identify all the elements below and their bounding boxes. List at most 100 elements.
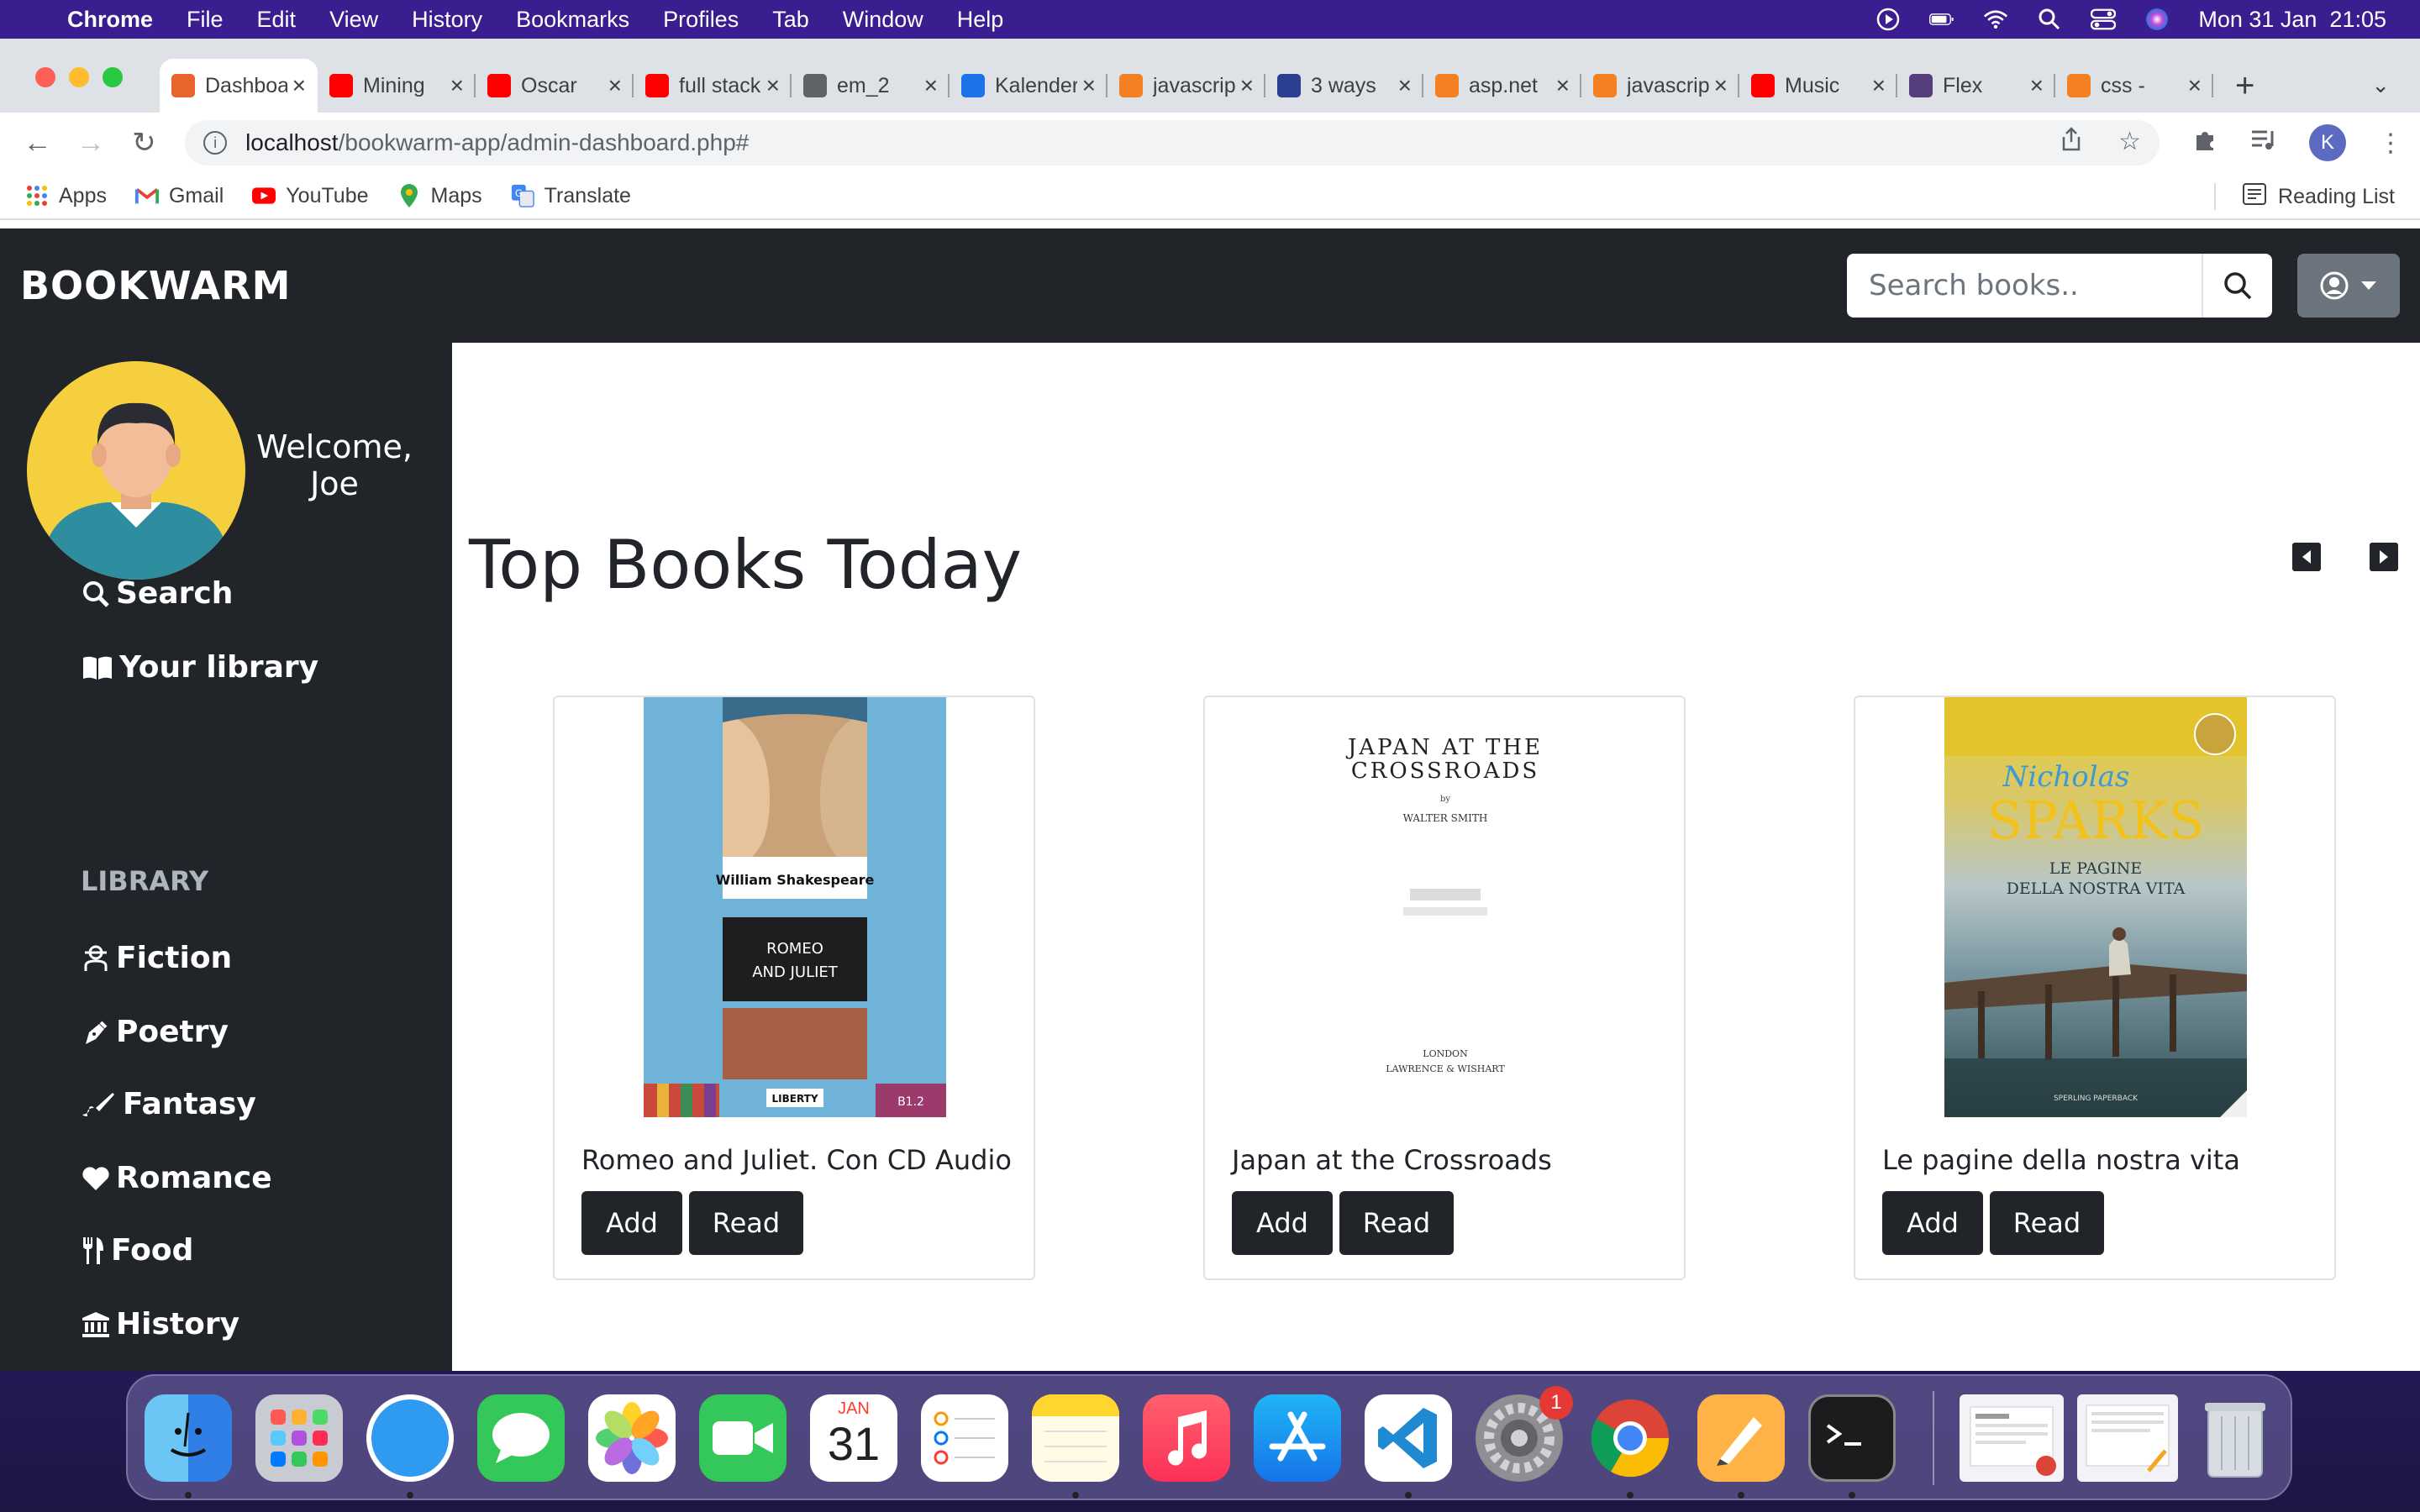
menu-tab[interactable]: Tab bbox=[772, 7, 809, 33]
control-center-icon[interactable] bbox=[2091, 8, 2117, 30]
add-book-button[interactable]: Add bbox=[1882, 1191, 1983, 1255]
user-menu-dropdown[interactable] bbox=[2297, 254, 2400, 318]
downloads-stack-icon[interactable] bbox=[1960, 1394, 2064, 1482]
close-tab-icon[interactable]: × bbox=[2188, 72, 2202, 99]
bookmark-maps[interactable]: Maps bbox=[397, 184, 482, 208]
book-title[interactable]: Japan at the Crossroads bbox=[1232, 1144, 1552, 1176]
close-tab-icon[interactable]: × bbox=[1240, 72, 1254, 99]
zoom-window-button[interactable] bbox=[103, 67, 123, 87]
wifi-icon[interactable] bbox=[1983, 8, 2008, 30]
sidebar-item-history[interactable]: History bbox=[81, 1307, 239, 1341]
battery-icon[interactable] bbox=[1929, 8, 1954, 30]
now-playing-icon[interactable] bbox=[1876, 8, 1901, 31]
browser-tab[interactable]: Mining × bbox=[318, 59, 476, 113]
book-cover-image[interactable]: Nicholas SPARKS LE PAGINE DELLA NOSTRA V… bbox=[1944, 697, 2247, 1117]
book-title[interactable]: Le pagine della nostra vita bbox=[1882, 1144, 2240, 1176]
close-tab-icon[interactable]: × bbox=[1872, 72, 1886, 99]
photos-flower-icon[interactable] bbox=[588, 1394, 676, 1482]
menu-window[interactable]: Window bbox=[843, 7, 923, 33]
trash-icon[interactable] bbox=[2191, 1394, 2279, 1482]
back-arrow-icon[interactable]: ← bbox=[17, 122, 58, 164]
documents-stack-icon[interactable] bbox=[2077, 1394, 2178, 1482]
bookmark-youtube[interactable]: YouTube bbox=[252, 184, 369, 208]
sidebar-item-romance[interactable]: Romance bbox=[81, 1161, 272, 1195]
close-window-button[interactable] bbox=[35, 67, 55, 87]
menu-history[interactable]: History bbox=[412, 7, 482, 33]
new-tab-button[interactable]: + bbox=[2235, 59, 2254, 113]
minimize-window-button[interactable] bbox=[69, 67, 89, 87]
music-note-icon[interactable] bbox=[1143, 1394, 1230, 1482]
app-store-icon[interactable] bbox=[1254, 1394, 1341, 1482]
carousel-next-button[interactable] bbox=[2370, 543, 2398, 571]
browser-tab[interactable]: asp.net × bbox=[1423, 59, 1581, 113]
reading-list-button[interactable]: Reading List bbox=[2214, 173, 2395, 220]
spotlight-search-icon[interactable] bbox=[2037, 8, 2062, 30]
menu-app-name[interactable]: Chrome bbox=[67, 7, 153, 33]
brand-logo[interactable]: BOOKWARM bbox=[20, 263, 291, 308]
sidebar-item-poetry[interactable]: Poetry bbox=[81, 1015, 229, 1049]
browser-tab[interactable]: Dashboard× bbox=[160, 59, 318, 113]
pages-pen-icon[interactable] bbox=[1697, 1394, 1785, 1482]
share-icon[interactable] bbox=[2061, 127, 2081, 159]
close-tab-icon[interactable]: × bbox=[766, 72, 780, 99]
messages-icon[interactable] bbox=[477, 1394, 565, 1482]
bookmark-gmail[interactable]: Gmail bbox=[134, 184, 224, 208]
menu-profiles[interactable]: Profiles bbox=[663, 7, 739, 33]
extensions-puzzle-icon[interactable] bbox=[2193, 127, 2218, 159]
forward-arrow-icon[interactable]: → bbox=[70, 122, 111, 164]
book-title[interactable]: Romeo and Juliet. Con CD Audio bbox=[581, 1144, 1012, 1176]
browser-tab[interactable]: 3 ways × bbox=[1265, 59, 1423, 113]
close-tab-icon[interactable]: × bbox=[1714, 72, 1728, 99]
browser-tab[interactable]: javascript × bbox=[1107, 59, 1265, 113]
address-bar[interactable]: i localhost/bookwarm-app/admin-dashboard… bbox=[185, 120, 2160, 165]
menu-file[interactable]: File bbox=[187, 7, 224, 33]
reload-icon[interactable]: ↻ bbox=[124, 122, 165, 164]
menu-edit[interactable]: Edit bbox=[257, 7, 297, 33]
browser-tab[interactable]: Oscar × bbox=[476, 59, 634, 113]
sidebar-item-fantasy[interactable]: Fantasy bbox=[81, 1087, 256, 1121]
facetime-camera-icon[interactable] bbox=[699, 1394, 786, 1482]
profile-avatar[interactable]: K bbox=[2309, 124, 2347, 161]
close-tab-icon[interactable]: × bbox=[1556, 72, 1570, 99]
close-tab-icon[interactable]: × bbox=[292, 72, 306, 99]
tab-search-chevron-icon[interactable]: ⌄ bbox=[2371, 72, 2390, 98]
read-book-button[interactable]: Read bbox=[1339, 1191, 1454, 1255]
bookmark-apps[interactable]: Apps bbox=[25, 184, 107, 208]
reminders-icon[interactable] bbox=[921, 1394, 1008, 1482]
launchpad-icon[interactable] bbox=[255, 1394, 343, 1482]
safari-compass-icon[interactable] bbox=[366, 1394, 454, 1482]
add-book-button[interactable]: Add bbox=[1232, 1191, 1333, 1255]
close-tab-icon[interactable]: × bbox=[608, 72, 622, 99]
chrome-menu-icon[interactable]: ⋮ bbox=[2378, 129, 2403, 158]
read-book-button[interactable]: Read bbox=[1990, 1191, 2104, 1255]
book-cover-image[interactable]: JAPAN AT THE CROSSROADS by WALTER SMITH … bbox=[1294, 697, 1597, 1117]
browser-tab[interactable]: Kalender × bbox=[950, 59, 1107, 113]
media-queue-icon[interactable] bbox=[2250, 128, 2277, 158]
sidebar-item-search[interactable]: Search bbox=[81, 576, 233, 611]
close-tab-icon[interactable]: × bbox=[1082, 72, 1096, 99]
siri-icon[interactable] bbox=[2144, 8, 2170, 30]
book-cover-image[interactable]: William Shakespeare ROMEO AND JULIET LIB… bbox=[644, 697, 946, 1117]
chrome-icon[interactable] bbox=[1586, 1394, 1674, 1482]
sidebar-item-food[interactable]: Food bbox=[81, 1233, 193, 1268]
close-tab-icon[interactable]: × bbox=[2030, 72, 2044, 99]
close-tab-icon[interactable]: × bbox=[450, 72, 464, 99]
browser-tab[interactable]: Flex × bbox=[1897, 59, 2055, 113]
sidebar-item-your-library[interactable]: Your library bbox=[81, 650, 318, 685]
bookmark-star-icon[interactable]: ☆ bbox=[2118, 127, 2141, 159]
menubar-clock[interactable]: Mon 31 Jan 21:05 bbox=[2198, 7, 2386, 33]
add-book-button[interactable]: Add bbox=[581, 1191, 682, 1255]
close-tab-icon[interactable]: × bbox=[924, 72, 938, 99]
notes-icon[interactable] bbox=[1032, 1394, 1119, 1482]
browser-tab[interactable]: em_2 × bbox=[792, 59, 950, 113]
terminal-icon[interactable] bbox=[1808, 1394, 1896, 1482]
close-tab-icon[interactable]: × bbox=[1398, 72, 1412, 99]
browser-tab[interactable]: css - × bbox=[2055, 59, 2213, 113]
finder-icon[interactable] bbox=[145, 1394, 232, 1482]
vscode-icon[interactable] bbox=[1365, 1394, 1452, 1482]
carousel-prev-button[interactable] bbox=[2292, 543, 2321, 571]
menu-bookmarks[interactable]: Bookmarks bbox=[516, 7, 629, 33]
sidebar-item-fiction[interactable]: Fiction bbox=[81, 941, 232, 975]
bookmark-translate[interactable]: G Translate bbox=[511, 184, 631, 208]
menu-help[interactable]: Help bbox=[957, 7, 1004, 33]
